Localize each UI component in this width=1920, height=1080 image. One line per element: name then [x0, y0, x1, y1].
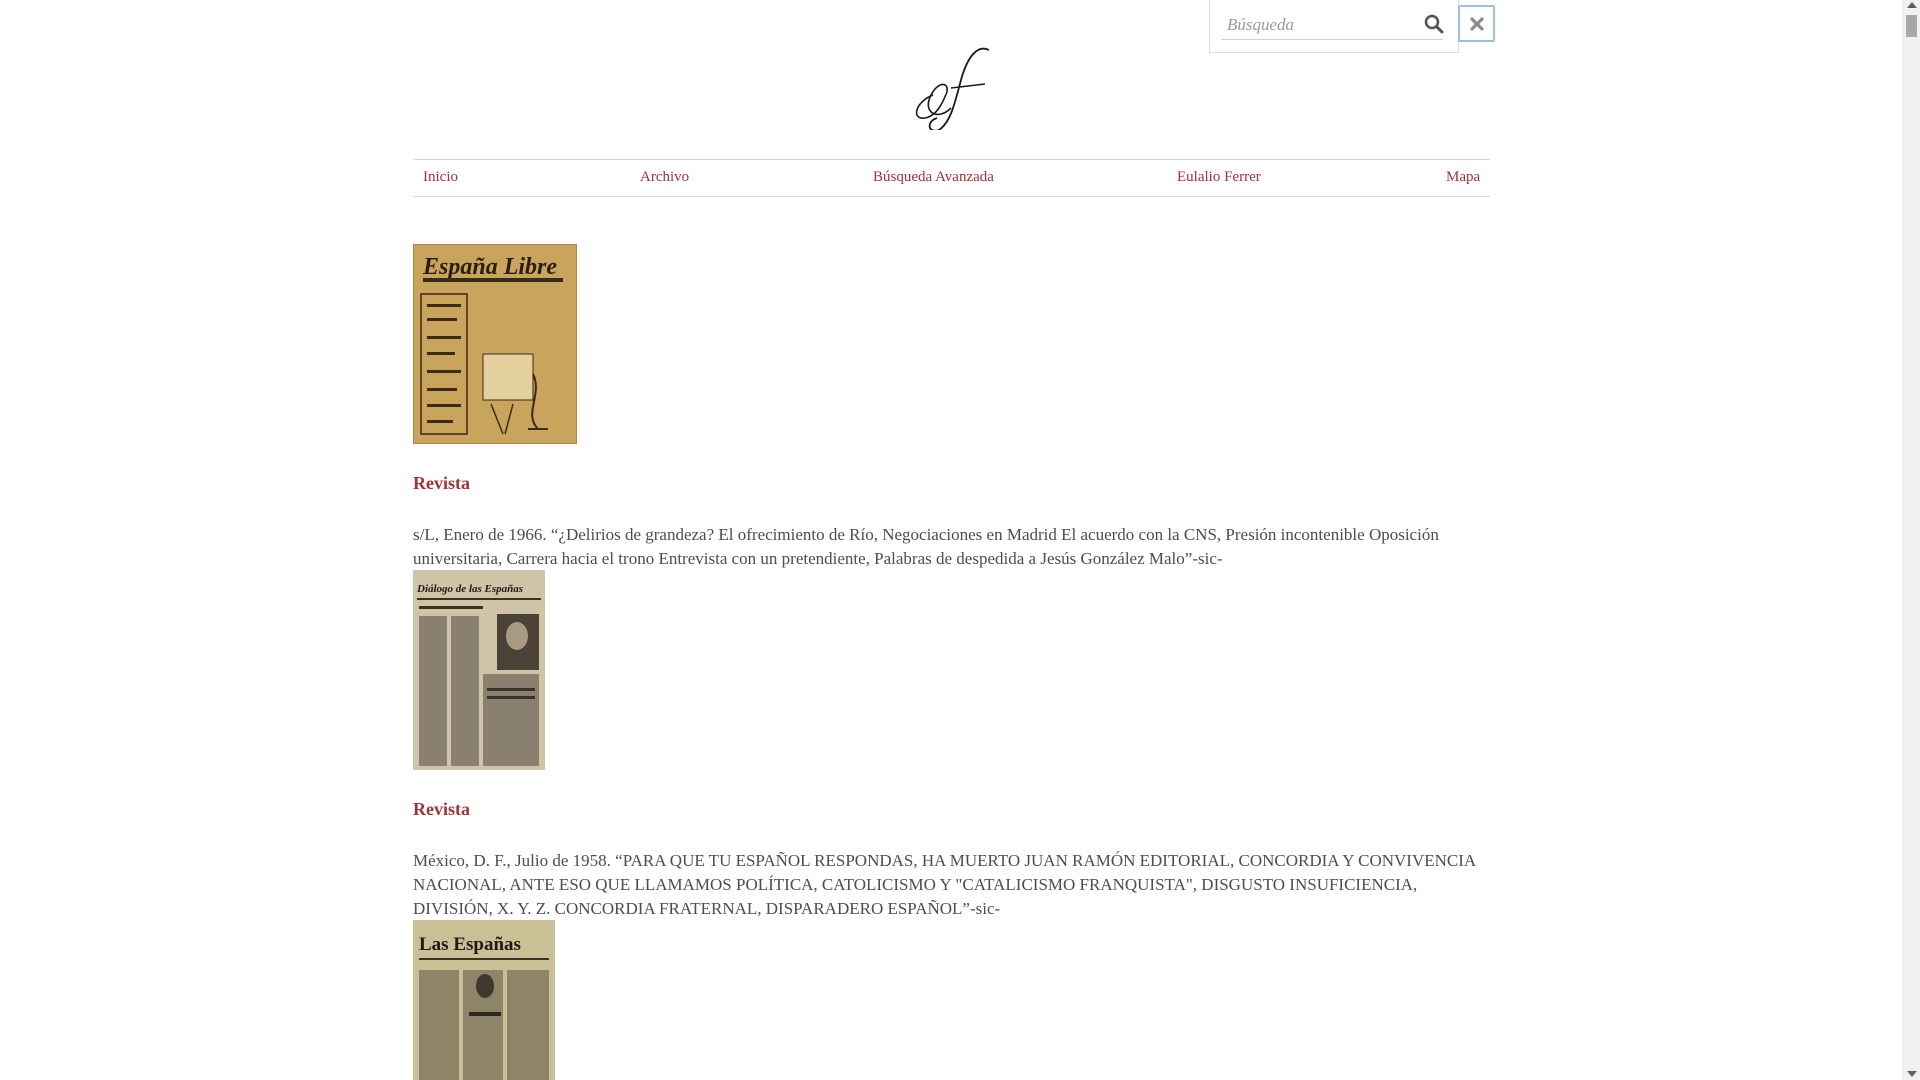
- scrollbar-thumb[interactable]: [1906, 15, 1917, 37]
- search-input[interactable]: [1221, 10, 1443, 40]
- entry-description: s/L, Enero de 1966. “¿Delirios de grande…: [413, 525, 1439, 568]
- close-button[interactable]: [1458, 5, 1495, 42]
- close-icon: [1469, 16, 1484, 31]
- main-nav: Inicio Archivo Búsqueda Avanzada Eulalio…: [413, 159, 1490, 197]
- search-icon[interactable]: [1424, 14, 1444, 34]
- site-logo[interactable]: [903, 40, 1003, 130]
- search-panel: [1209, 0, 1459, 53]
- entry-description: México, D. F., Julio de 1958. “PARA QUE …: [413, 851, 1476, 918]
- cover-title: España Libre: [422, 254, 557, 280]
- scroll-up-arrow-icon[interactable]: [1907, 2, 1917, 8]
- nav-item-archivo[interactable]: Archivo: [640, 169, 689, 186]
- cover-title: Las Españas: [419, 934, 521, 955]
- scroll-down-arrow-icon[interactable]: [1907, 1071, 1917, 1077]
- nav-item-busqueda-avanzada[interactable]: Búsqueda Avanzada: [873, 169, 994, 186]
- entry-type-label[interactable]: Revista: [413, 473, 470, 494]
- entry-cover-thumbnail[interactable]: España Libre: [413, 244, 577, 444]
- nav-item-eulalio-ferrer[interactable]: Eulalio Ferrer: [1177, 169, 1261, 186]
- cover-title: Diálogo de las Españas: [416, 583, 523, 595]
- page-scrollbar[interactable]: [1902, 0, 1920, 1080]
- entry-type-label[interactable]: Revista: [413, 799, 470, 820]
- entry-cover-thumbnail[interactable]: Diálogo de las Españas: [413, 570, 545, 770]
- entry-cover-thumbnail[interactable]: Las Españas: [413, 920, 555, 1080]
- page-content: Inicio Archivo Búsqueda Avanzada Eulalio…: [413, 0, 1495, 1080]
- nav-item-inicio[interactable]: Inicio: [423, 169, 458, 186]
- nav-item-mapa[interactable]: Mapa: [1446, 169, 1480, 186]
